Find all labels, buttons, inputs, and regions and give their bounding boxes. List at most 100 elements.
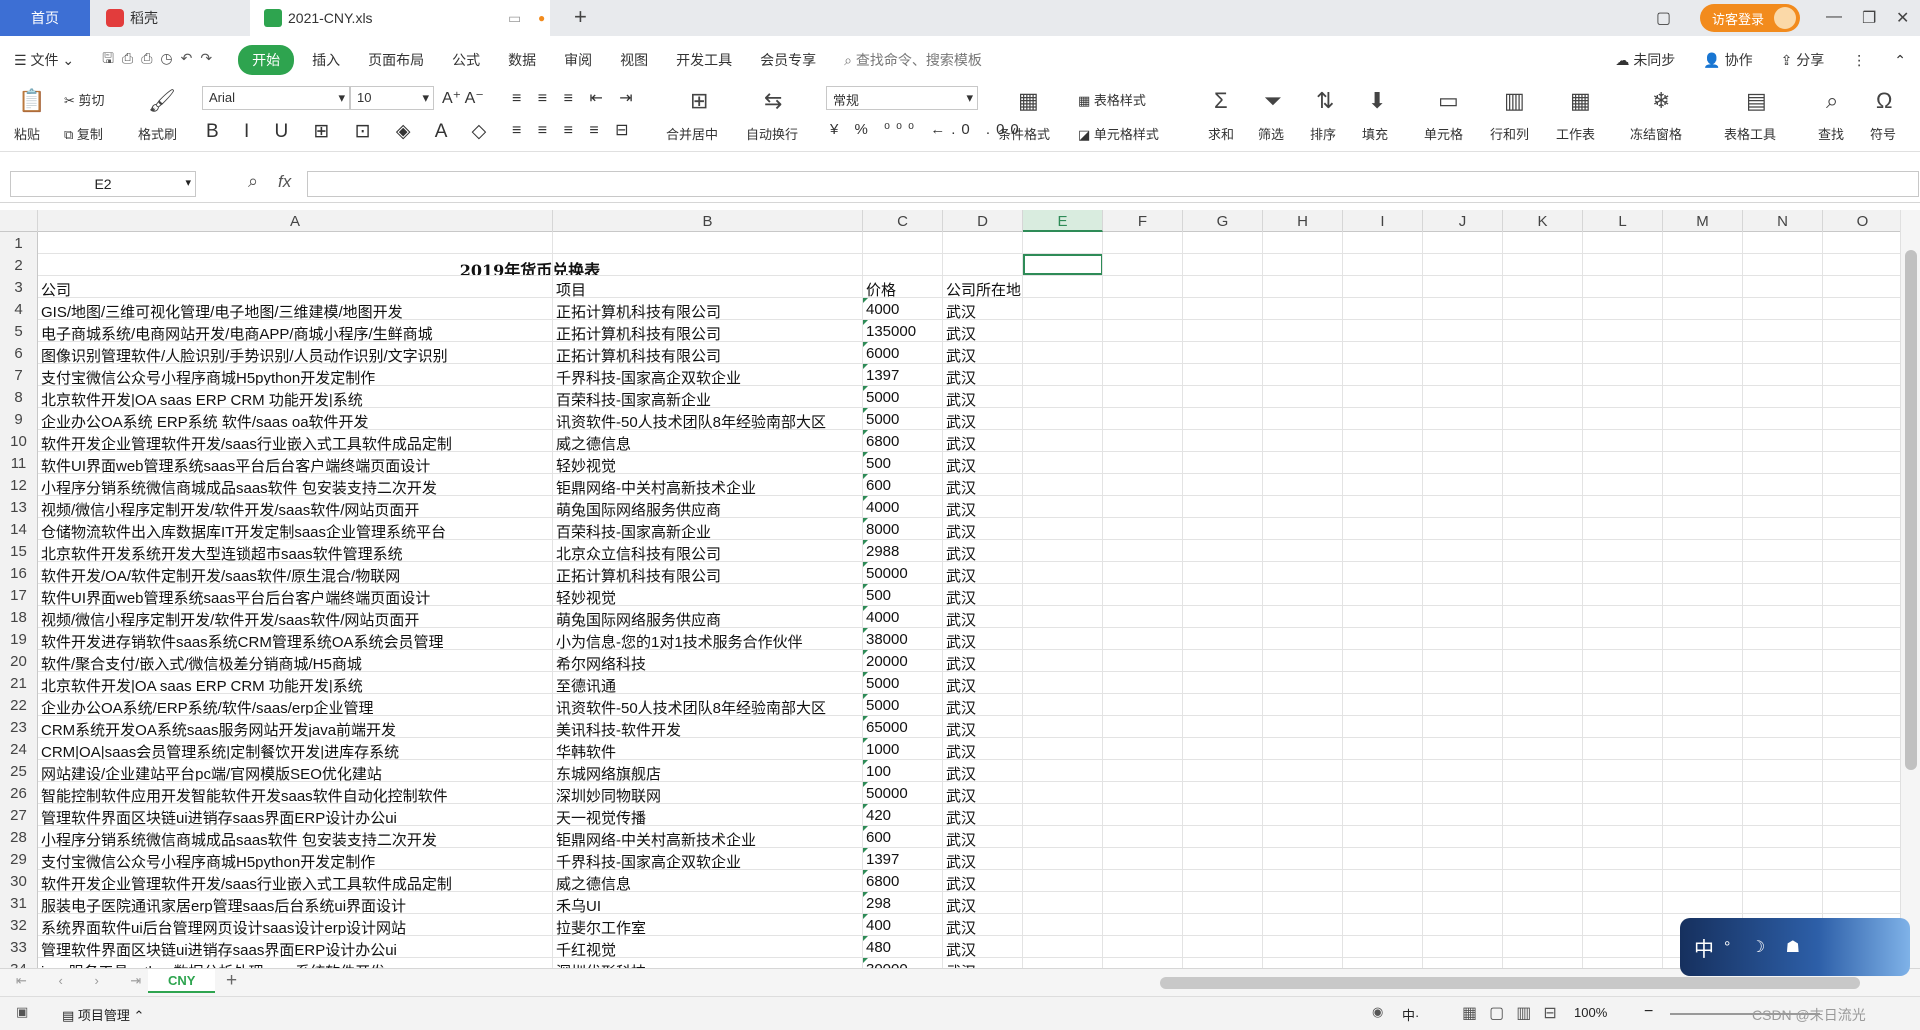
empty-cell[interactable] [1423,408,1503,429]
table-cell[interactable]: 东城网络旗舰店 [553,760,863,781]
empty-cell[interactable] [1663,738,1743,759]
empty-cell[interactable] [1263,452,1343,473]
empty-cell[interactable] [1583,606,1663,627]
empty-cell[interactable] [1023,408,1103,429]
empty-cell[interactable] [1583,232,1663,253]
empty-cell[interactable] [1183,606,1263,627]
table-cell[interactable]: 420 [863,804,943,825]
empty-cell[interactable] [1743,342,1823,363]
cell-button[interactable]: 单元格 [1424,124,1463,143]
filter-button[interactable]: 筛选 [1258,124,1284,143]
paste-button[interactable]: 粘贴 [14,124,40,143]
empty-cell[interactable] [1583,320,1663,341]
empty-cell[interactable] [1103,254,1183,275]
empty-cell[interactable] [863,232,943,253]
row-header[interactable]: 26 [0,782,38,804]
empty-cell[interactable] [1503,584,1583,605]
empty-cell[interactable] [1263,826,1343,847]
table-cell[interactable]: 讯资软件-50人技术团队8年经验南部大区 [553,694,863,715]
empty-cell[interactable] [1743,628,1823,649]
column-header-a[interactable]: A [38,210,553,232]
empty-cell[interactable] [1743,408,1823,429]
empty-cell[interactable] [1023,562,1103,583]
font-size-select[interactable]: 10 ▾ [350,86,434,110]
empty-cell[interactable] [1743,892,1823,913]
empty-cell[interactable] [1503,782,1583,803]
empty-cell[interactable] [1023,672,1103,693]
table-cell[interactable]: 华韩软件 [553,738,863,759]
empty-cell[interactable] [1103,848,1183,869]
empty-cell[interactable] [1343,562,1423,583]
empty-cell[interactable] [1423,694,1503,715]
empty-cell[interactable] [1743,474,1823,495]
collab-button[interactable]: 👤 协作 [1689,50,1766,70]
tab-start[interactable]: 开始 [238,45,295,75]
tab-review[interactable]: 审阅 [550,50,606,70]
empty-cell[interactable] [1503,672,1583,693]
table-cell[interactable]: 武汉 [943,694,1023,715]
column-label[interactable]: 项目 [553,276,863,297]
table-cell[interactable]: 武汉 [943,386,1023,407]
table-cell[interactable]: 软件UI界面web管理系统saas平台后台客户端终端页面设计 [38,584,553,605]
empty-cell[interactable] [1343,386,1423,407]
empty-cell[interactable] [1343,232,1423,253]
row-header[interactable]: 34 [0,958,38,968]
table-cell[interactable]: 系统界面软件ui后台管理网页设计saas设计erp设计网站 [38,914,553,935]
empty-cell[interactable] [1423,540,1503,561]
empty-cell[interactable] [1423,716,1503,737]
empty-cell[interactable] [1423,298,1503,319]
empty-cell[interactable] [1503,826,1583,847]
empty-cell[interactable] [1183,738,1263,759]
column-header-i[interactable]: I [1343,210,1423,232]
empty-cell[interactable] [1743,452,1823,473]
empty-cell[interactable] [1263,496,1343,517]
empty-cell[interactable] [1663,562,1743,583]
empty-cell[interactable] [1263,804,1343,825]
empty-cell[interactable] [1183,342,1263,363]
empty-cell[interactable] [1023,650,1103,671]
close-icon[interactable]: ✕ [1896,8,1909,28]
empty-cell[interactable] [1103,342,1183,363]
empty-cell[interactable] [1023,716,1103,737]
row-header[interactable]: 30 [0,870,38,892]
empty-cell[interactable] [1343,320,1423,341]
column-header-h[interactable]: H [1263,210,1343,232]
table-cell[interactable]: 服装电子医院通讯家居erp管理saas后台系统ui界面设计 [38,892,553,913]
sheet-tab-cny[interactable]: CNY [148,969,216,993]
table-cell[interactable]: 武汉 [943,650,1023,671]
empty-cell[interactable] [1503,518,1583,539]
empty-cell[interactable] [1263,320,1343,341]
empty-cell[interactable] [1663,540,1743,561]
empty-cell[interactable] [1103,584,1183,605]
empty-cell[interactable] [943,232,1023,253]
empty-cell[interactable] [1583,628,1663,649]
empty-cell[interactable] [1423,254,1503,275]
empty-cell[interactable] [1343,936,1423,957]
select-all-corner[interactable] [0,210,38,232]
table-cell[interactable]: 武汉 [943,430,1023,451]
empty-cell[interactable] [1023,342,1103,363]
row-header[interactable]: 1 [0,232,38,254]
empty-cell[interactable] [1023,738,1103,759]
table-cell[interactable]: 钜鼎网络-中关村高新技术企业 [553,826,863,847]
empty-cell[interactable] [1023,848,1103,869]
table-cell[interactable]: 武汉 [943,474,1023,495]
zoom-out-icon[interactable]: − [1644,1003,1653,1021]
empty-cell[interactable] [1663,408,1743,429]
column-header-l[interactable]: L [1583,210,1663,232]
empty-cell[interactable] [1583,496,1663,517]
sheet-nav-icons[interactable]: ⇤ ‹ › ⇥ [16,973,155,989]
empty-cell[interactable] [38,232,553,253]
empty-cell[interactable] [1103,628,1183,649]
table-cell[interactable]: 6800 [863,870,943,891]
empty-cell[interactable] [1583,298,1663,319]
empty-cell[interactable] [1503,848,1583,869]
empty-cell[interactable] [1503,540,1583,561]
format-painter-icon[interactable]: 🖌 [148,88,176,114]
empty-cell[interactable] [1343,804,1423,825]
empty-cell[interactable] [1343,364,1423,385]
table-cell[interactable]: 智能控制软件应用开发智能软件开发saas软件自动化控制软件 [38,782,553,803]
empty-cell[interactable] [1583,738,1663,759]
empty-cell[interactable] [1343,254,1423,275]
column-header-n[interactable]: N [1743,210,1823,232]
